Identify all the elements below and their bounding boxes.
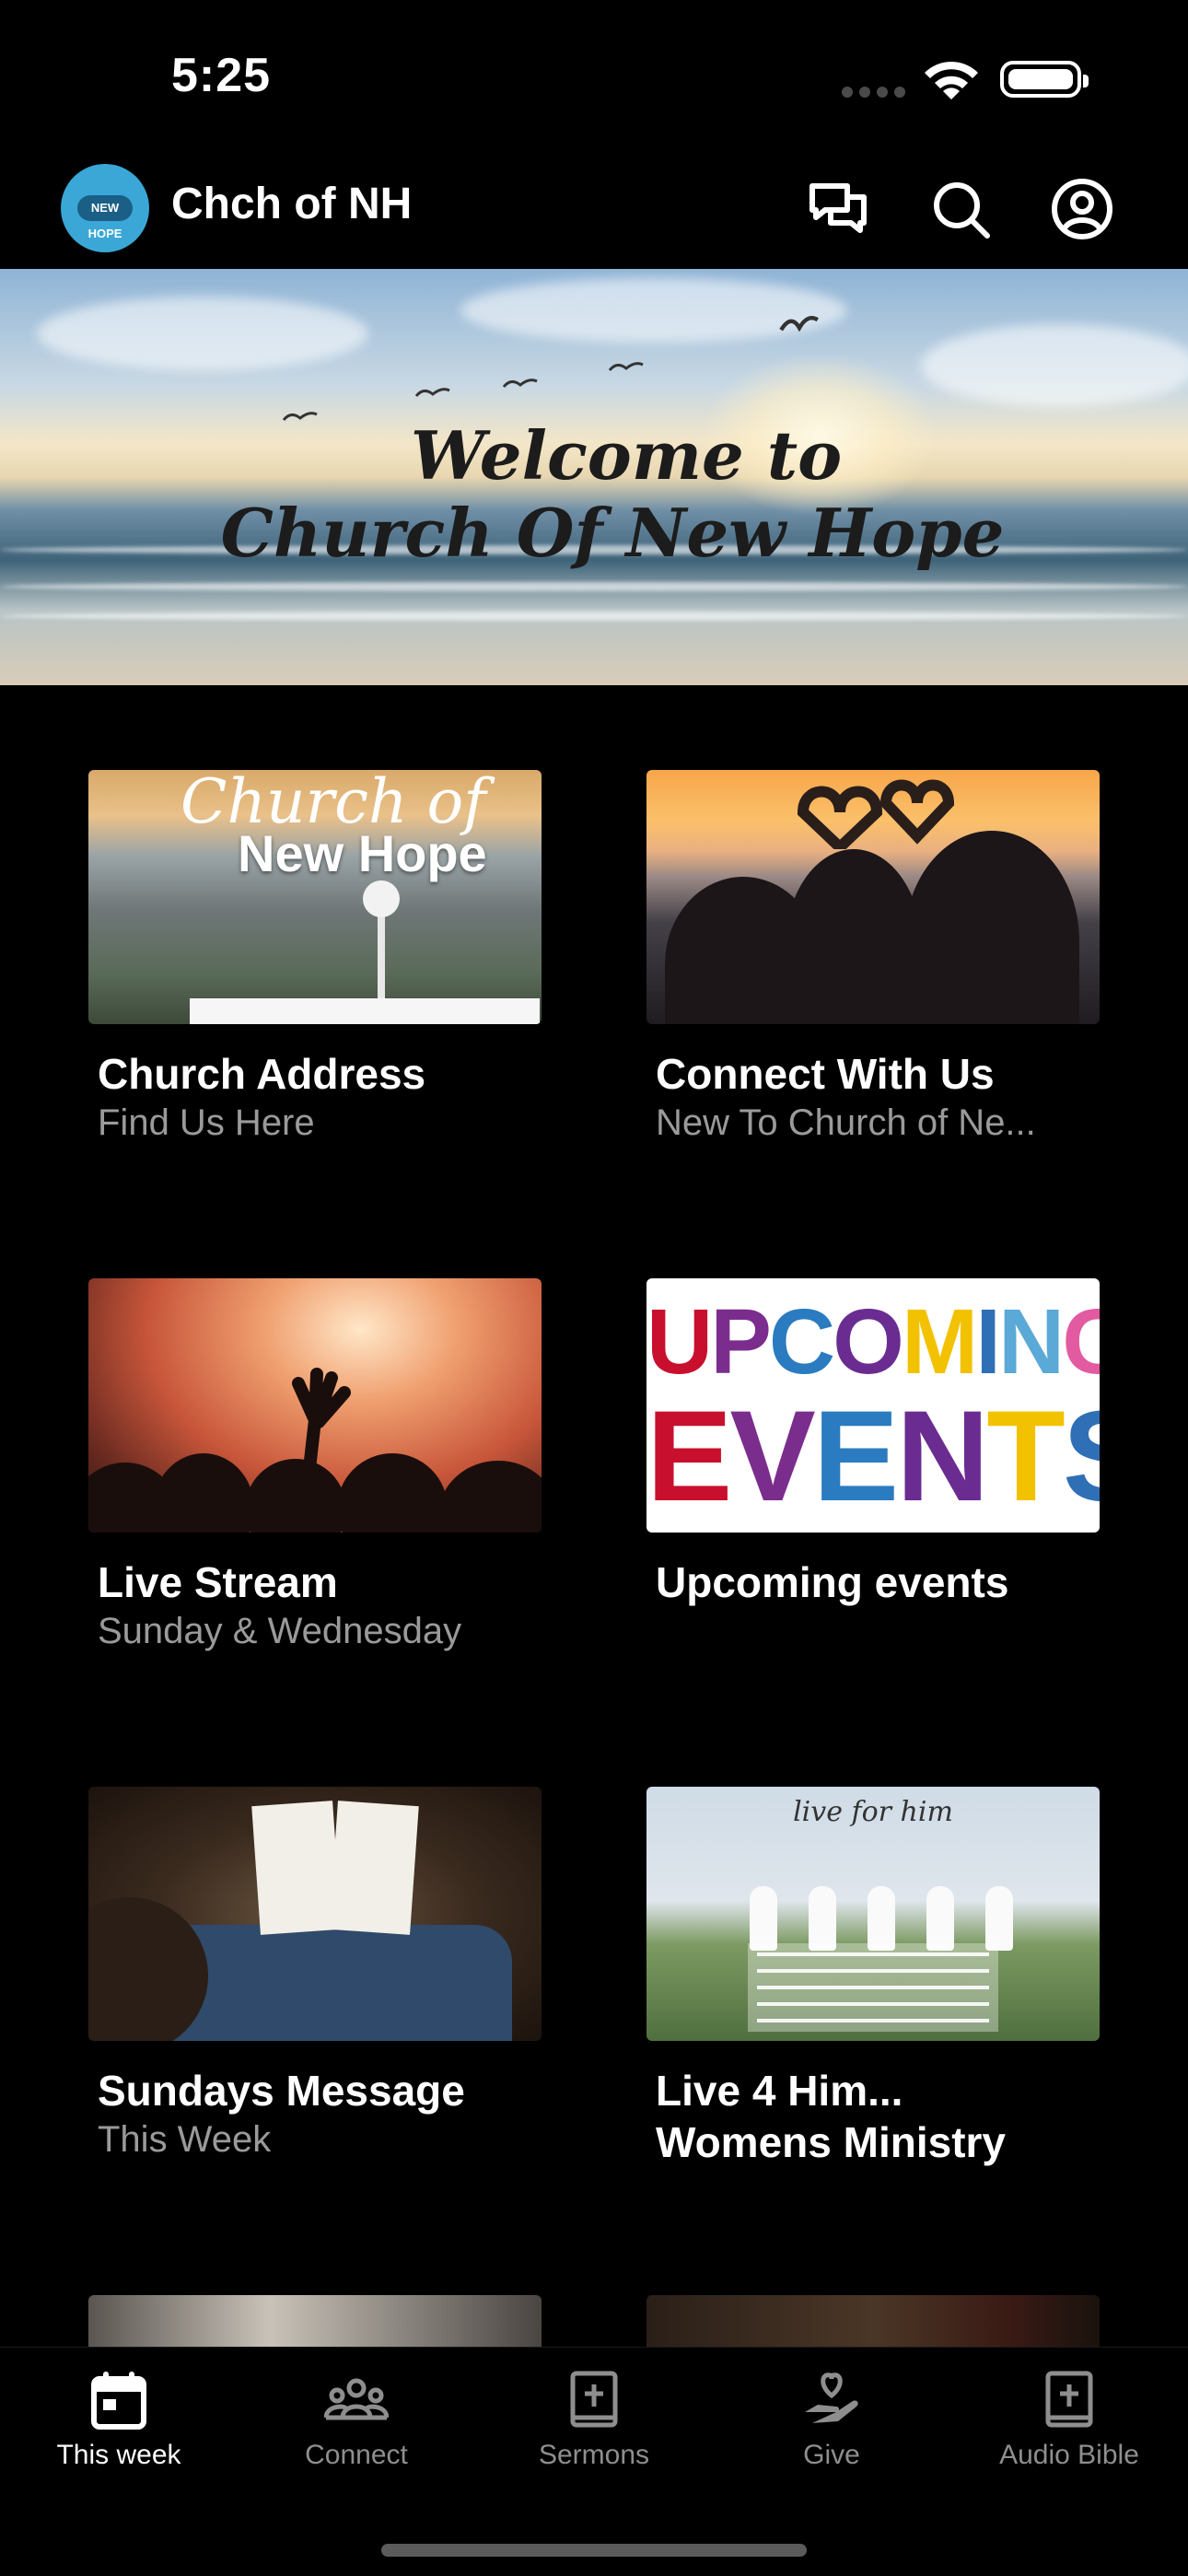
- bird-icon: [779, 316, 819, 332]
- thumb-letter: N: [896, 1383, 989, 1528]
- tab-connect[interactable]: Connect: [238, 2368, 475, 2471]
- thumb-letter: S: [1063, 1383, 1100, 1528]
- card-upcoming-events[interactable]: UPCOMING EVENTS Upcoming events: [646, 1278, 1100, 1608]
- thumb-letter: M: [901, 1290, 978, 1393]
- thumb-upcoming-text: UPCOMING: [646, 1289, 1100, 1395]
- chat-icon[interactable]: [807, 177, 871, 241]
- card-subtitle: This Week: [98, 2119, 272, 2160]
- battery-icon: [1000, 61, 1089, 98]
- tab-audio-bible[interactable]: Audio Bible: [950, 2368, 1188, 2471]
- status-bar: 5:25: [0, 0, 1188, 157]
- card-title: Live Stream: [98, 1558, 338, 1606]
- card-subtitle: Find Us Here: [98, 1102, 315, 1143]
- cellular-signal-icon: [842, 87, 906, 98]
- card-title: Connect With Us: [656, 1050, 995, 1098]
- card-title: Church Address: [98, 1050, 426, 1098]
- card-subtitle: Sunday & Wednesday: [98, 1611, 462, 1651]
- bird-icon: [414, 388, 450, 397]
- thumb-header-text: live for him: [793, 1796, 953, 1828]
- thumb-letter: E: [646, 1383, 732, 1528]
- raised-hand-icon: [292, 1368, 351, 1485]
- status-time: 5:25: [171, 49, 272, 102]
- tab-sermons[interactable]: Sermons: [475, 2368, 713, 2471]
- banner-line-1: Welcome to: [410, 416, 843, 495]
- thumb-letter: E: [812, 1383, 899, 1528]
- bird-icon: [502, 379, 538, 388]
- thumb-letter: I: [975, 1290, 1001, 1393]
- live-stream-thumbnail: [88, 1278, 542, 1533]
- card-title: Sundays Message: [98, 2067, 465, 2115]
- tab-label: Sermons: [538, 2440, 650, 2470]
- app-header: NEW HOPE Chch of NH: [0, 157, 1188, 269]
- bible-icon: [570, 2371, 618, 2428]
- welcome-banner[interactable]: Welcome to Church Of New Hope: [0, 269, 1188, 685]
- thumb-letter: N: [998, 1290, 1065, 1393]
- thumb-letter: O: [833, 1290, 904, 1393]
- search-icon[interactable]: [928, 177, 993, 241]
- thumb-events-text: EVENTS: [646, 1381, 1100, 1531]
- card-live-stream[interactable]: Live Stream Sunday & Wednesday: [88, 1278, 542, 1654]
- sundays-message-thumbnail: [88, 1787, 542, 2041]
- tab-label: Audio Bible: [999, 2440, 1139, 2470]
- thumb-letter: C: [768, 1290, 835, 1393]
- tab-give[interactable]: Give: [713, 2368, 950, 2471]
- womens-ministry-thumbnail: live for him: [646, 1787, 1100, 2041]
- home-indicator: [381, 2544, 807, 2557]
- card-sundays-message[interactable]: Sundays Message This Week: [88, 1787, 542, 2162]
- banner-line-2: Church Of New Hope: [220, 494, 1005, 572]
- tab-label: This week: [56, 2440, 181, 2470]
- people-icon: [324, 2378, 389, 2420]
- card-title-line-2: Womens Ministry: [656, 2118, 1006, 2166]
- card-title: Upcoming events: [656, 1558, 1009, 1606]
- thumb-letter: P: [710, 1290, 772, 1393]
- profile-icon[interactable]: [1050, 177, 1114, 241]
- calendar-icon: [91, 2372, 146, 2430]
- tab-label: Connect: [305, 2440, 408, 2470]
- card-connect-with-us[interactable]: Connect With Us New To Church of Ne...: [646, 770, 1100, 1146]
- give-icon: [805, 2372, 858, 2423]
- thumb-letter: V: [729, 1383, 815, 1528]
- thumb-letter: U: [646, 1290, 713, 1393]
- thumb-letter: G: [1062, 1290, 1100, 1393]
- card-church-address[interactable]: Church of New Hope Church Address Find U…: [88, 770, 542, 1146]
- logo-text: NEW HOPE: [77, 195, 133, 240]
- card-womens-ministry[interactable]: live for him Live 4 Him... Womens Minist…: [646, 1787, 1100, 2168]
- upcoming-events-thumbnail: UPCOMING EVENTS: [646, 1278, 1100, 1533]
- church-logo[interactable]: NEW HOPE: [61, 164, 149, 252]
- card-title: Live 4 Him...: [656, 2067, 903, 2115]
- bird-icon: [608, 362, 644, 371]
- thumb-bold-text: New Hope: [238, 824, 487, 882]
- card-subtitle: New To Church of Ne...: [656, 1102, 1036, 1143]
- church-address-thumbnail: Church of New Hope: [88, 770, 542, 1024]
- tab-bar: This week Connect Sermons Give Audio Bib…: [0, 2347, 1188, 2576]
- heart-hands-icon: [797, 779, 955, 849]
- connect-thumbnail: [646, 770, 1100, 1024]
- thumb-letter: T: [986, 1383, 1066, 1528]
- wifi-icon: [925, 61, 978, 99]
- audio-bible-icon: [1045, 2371, 1093, 2428]
- tab-label: Give: [803, 2440, 860, 2470]
- tab-this-week[interactable]: This week: [0, 2368, 238, 2471]
- app-title: Chch of NH: [171, 180, 413, 228]
